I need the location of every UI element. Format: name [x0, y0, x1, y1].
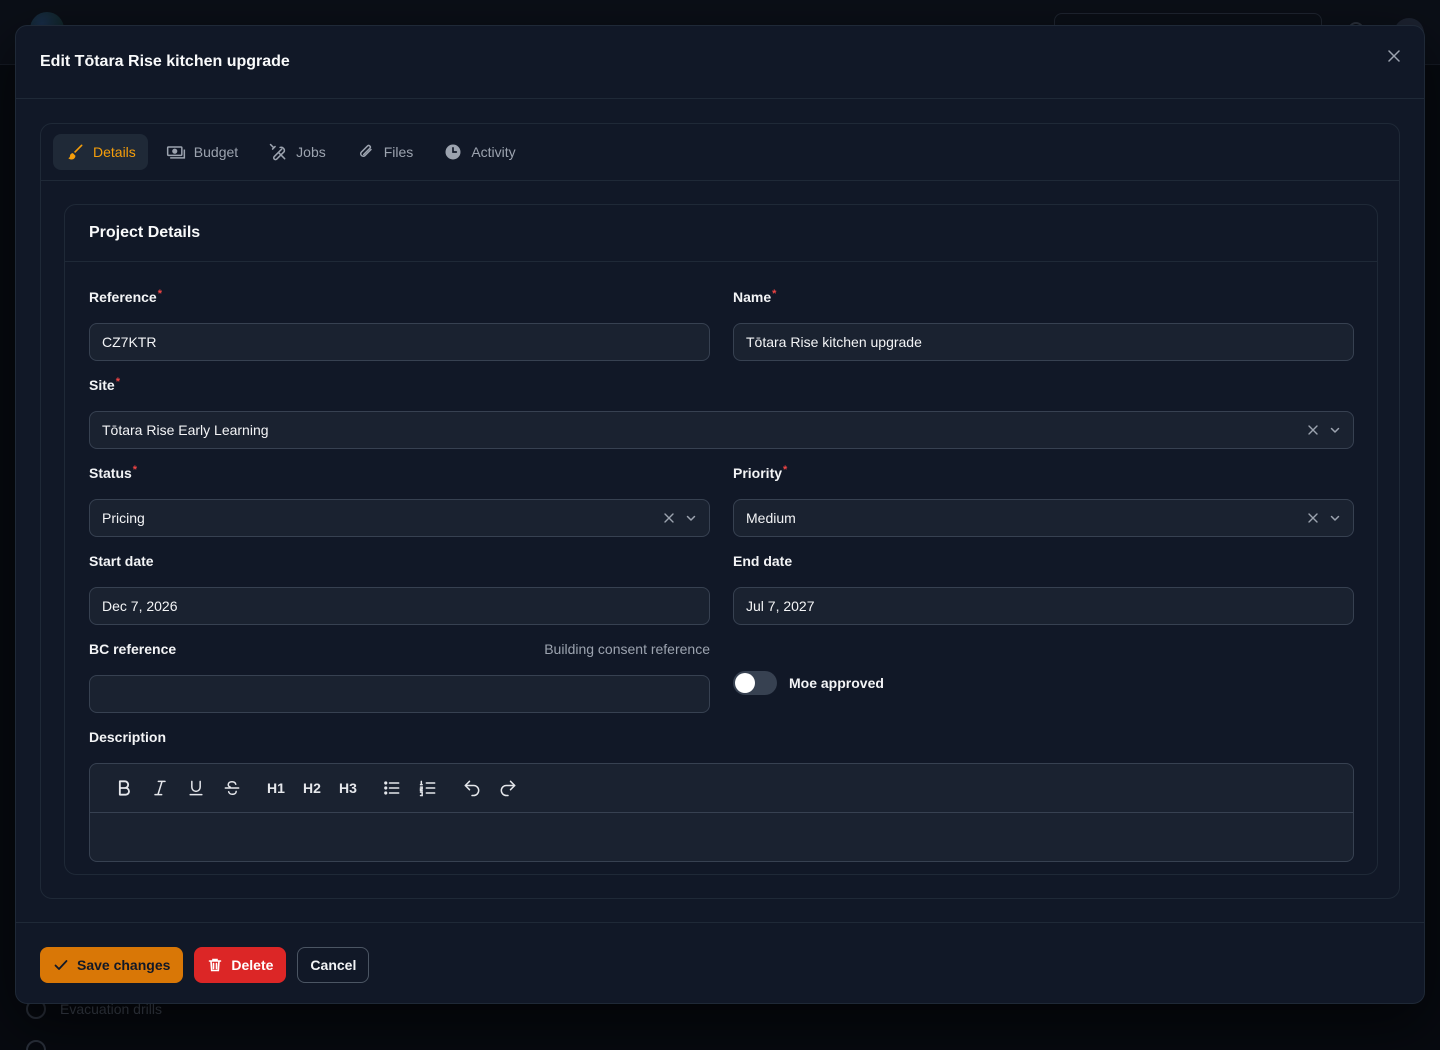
strikethrough-icon [224, 780, 240, 796]
banknotes-icon [166, 146, 185, 159]
edit-project-modal: Edit Tōtara Rise kitchen upgrade Details… [15, 25, 1425, 1004]
trash-icon [209, 958, 222, 972]
tab-activity[interactable]: Activity [431, 134, 527, 170]
italic-button[interactable] [142, 773, 178, 803]
priority-field: Priority* Medium [733, 463, 1354, 537]
start-date-input[interactable]: Dec 7, 2026 [89, 587, 710, 625]
section-title: Project Details [65, 205, 1377, 262]
cancel-button[interactable]: Cancel [297, 947, 370, 983]
tab-details[interactable]: Details [53, 134, 148, 170]
bc-reference-field: BC reference Building consent reference [89, 639, 710, 713]
name-field: Name* Tōtara Rise kitchen upgrade [733, 287, 1354, 361]
undo-icon [464, 780, 480, 797]
heading3-button[interactable]: H3 [330, 773, 366, 803]
project-details-section: Project Details Reference* CZ7KTR Name* … [64, 204, 1378, 875]
modal-header: Edit Tōtara Rise kitchen upgrade [16, 26, 1424, 99]
modal-footer: Save changes Delete Cancel [16, 922, 1424, 1004]
underline-icon [189, 780, 203, 796]
bold-button[interactable] [106, 773, 142, 803]
bullet-list-button[interactable] [374, 773, 410, 803]
numbered-list-icon [419, 780, 436, 797]
redo-icon [500, 780, 516, 797]
tabs-bar: Details Budget Jobs Files Activity [41, 124, 1399, 181]
paperclip-icon [359, 144, 372, 157]
close-icon [1388, 50, 1400, 62]
wrench-screwdriver-icon [269, 143, 286, 161]
close-button[interactable] [1382, 44, 1406, 68]
chevron-down-icon[interactable] [1329, 512, 1341, 524]
site-field: Site* Tōtara Rise Early Learning [89, 375, 1354, 449]
clock-icon [445, 144, 461, 160]
bold-icon [118, 780, 130, 796]
numbered-list-button[interactable] [410, 773, 446, 803]
clear-icon[interactable] [663, 512, 675, 524]
bullet-list-icon [384, 781, 400, 795]
priority-select[interactable]: Medium [733, 499, 1354, 537]
bc-reference-input[interactable] [89, 675, 710, 713]
end-date-input[interactable]: Jul 7, 2027 [733, 587, 1354, 625]
modal-body: Details Budget Jobs Files Activity Proje… [16, 99, 1424, 899]
description-editor: H1 H2 H3 [89, 763, 1354, 862]
italic-icon [154, 780, 166, 796]
save-button[interactable]: Save changes [40, 947, 184, 983]
editor-toolbar: H1 H2 H3 [90, 764, 1353, 813]
tab-files[interactable]: Files [344, 134, 426, 170]
tabs-card: Details Budget Jobs Files Activity Proje… [40, 123, 1400, 899]
end-date-field: End date Jul 7, 2027 [733, 551, 1354, 625]
modal-title: Edit Tōtara Rise kitchen upgrade [40, 53, 290, 70]
description-field: Description H1 H2 H3 [89, 727, 1354, 862]
toggle-knob [735, 673, 755, 693]
moe-approved-toggle[interactable] [733, 671, 777, 695]
tab-jobs[interactable]: Jobs [256, 134, 338, 170]
background-nav-icon [26, 1040, 46, 1050]
reference-field: Reference* CZ7KTR [89, 287, 710, 361]
tab-budget[interactable]: Budget [154, 134, 250, 170]
reference-input[interactable]: CZ7KTR [89, 323, 710, 361]
status-field: Status* Pricing [89, 463, 710, 537]
start-date-field: Start date Dec 7, 2026 [89, 551, 710, 625]
description-content[interactable] [90, 813, 1353, 861]
background-nav-item-2 [26, 1040, 46, 1050]
chevron-down-icon[interactable] [685, 512, 697, 524]
redo-button[interactable] [490, 773, 526, 803]
name-input[interactable]: Tōtara Rise kitchen upgrade [733, 323, 1354, 361]
status-select[interactable]: Pricing [89, 499, 710, 537]
moe-approved-field: Moe approved [733, 671, 884, 695]
chevron-down-icon[interactable] [1329, 424, 1341, 436]
delete-button[interactable]: Delete [194, 947, 287, 983]
heading1-button[interactable]: H1 [258, 773, 294, 803]
site-select[interactable]: Tōtara Rise Early Learning [89, 411, 1354, 449]
bc-reference-hint: Building consent reference [544, 641, 710, 657]
strikethrough-button[interactable] [214, 773, 250, 803]
paintbrush-icon [68, 144, 83, 160]
check-icon [54, 960, 68, 970]
heading2-button[interactable]: H2 [294, 773, 330, 803]
clear-icon[interactable] [1307, 424, 1319, 436]
clear-icon[interactable] [1307, 512, 1319, 524]
undo-button[interactable] [454, 773, 490, 803]
underline-button[interactable] [178, 773, 214, 803]
